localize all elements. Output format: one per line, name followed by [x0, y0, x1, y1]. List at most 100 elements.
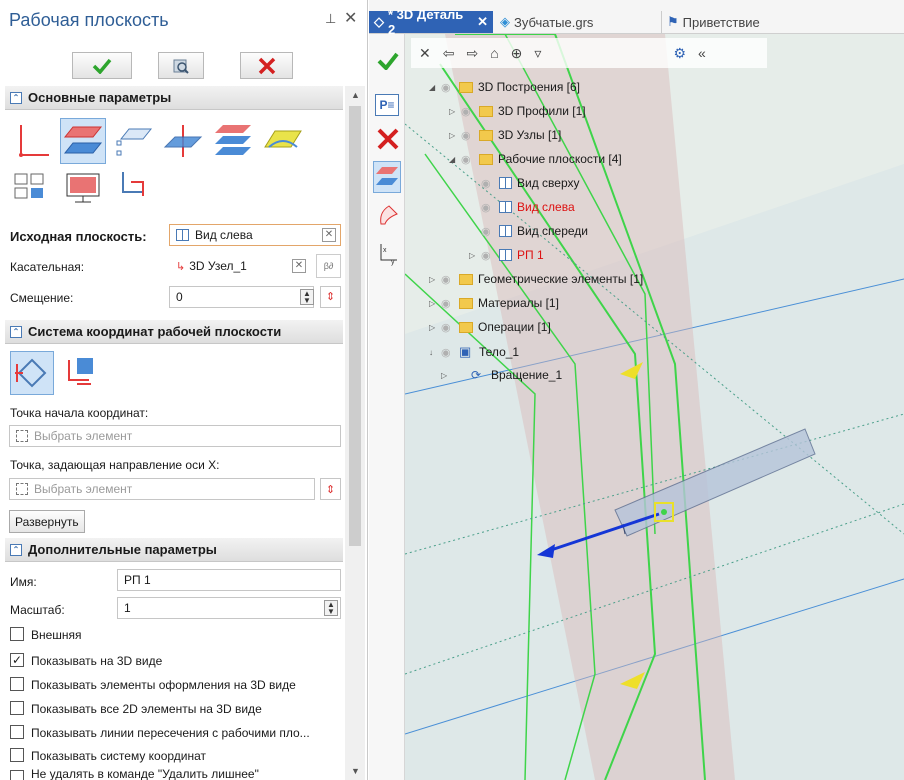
collapse-icon: ⌃	[10, 91, 22, 104]
back-icon[interactable]: ⇦	[443, 45, 455, 62]
plane-icon	[499, 177, 512, 189]
tree-node[interactable]: ▷ ◉ Геометрические элементы [1]	[429, 272, 643, 286]
tree-node[interactable]: ▷ ◉ 3D Профили [1]	[449, 104, 586, 118]
preview-button[interactable]	[158, 52, 204, 79]
section-extra-params[interactable]: ⌃ Дополнительные параметры	[5, 538, 343, 562]
visibility-icon[interactable]: ◉	[481, 225, 499, 238]
visibility-icon[interactable]: ◉	[441, 81, 459, 94]
visibility-icon[interactable]: ◉	[481, 201, 499, 214]
ok-icon[interactable]	[377, 52, 399, 73]
parameters-icon[interactable]: P≡	[375, 94, 399, 116]
expand-icon: ▷	[449, 106, 456, 116]
tree-node[interactable]: ▷ ◉ Операции [1]	[429, 320, 551, 334]
visibility-icon[interactable]: ◉	[441, 297, 459, 310]
close-icon[interactable]: ✕	[344, 8, 357, 28]
three-planes-icon[interactable]	[210, 118, 256, 164]
origin-label: Точка начала координат:	[10, 406, 149, 420]
viewport-3d[interactable]: ✕ ⇦ ⇨ ⌂ ⊕ ▿ ⚙ « ◢ ◉ 3D Построения [6] ▷ ◉ 3D…	[405, 34, 904, 780]
close-icon[interactable]: ✕	[419, 45, 431, 62]
visibility-icon[interactable]: ◉	[461, 129, 479, 142]
checkbox-no-delete[interactable]	[10, 770, 24, 780]
offset-field[interactable]: 0	[169, 286, 314, 308]
tree-label: Тело_1	[479, 345, 520, 359]
scroll-down-icon[interactable]: ▼	[351, 766, 360, 776]
cancel-button[interactable]	[240, 52, 293, 79]
screen-plane-icon[interactable]	[60, 165, 106, 211]
tree-node[interactable]: ◢ ◉ 3D Построения [6]	[429, 80, 580, 94]
folder-icon	[479, 129, 493, 141]
scene-3d[interactable]	[405, 34, 904, 780]
cancel-icon[interactable]	[377, 128, 399, 153]
section-coord-system[interactable]: ⌃ Система координат рабочей плоскости	[5, 320, 343, 344]
forward-icon[interactable]: ⇨	[466, 45, 478, 62]
visibility-icon[interactable]: ◉	[441, 346, 459, 359]
source-plane-field[interactable]: Вид слева ✕	[169, 224, 341, 246]
plane-by-coordinate-icon[interactable]	[10, 118, 56, 164]
coord-custom-icon[interactable]	[58, 351, 102, 395]
offset-spinner[interactable]: ▲ ▼	[300, 289, 314, 305]
workplane-icon[interactable]	[373, 161, 401, 193]
scroll-up-icon[interactable]: ▲	[351, 90, 360, 100]
checkbox-show-3d[interactable]: ✓	[10, 653, 24, 667]
perpendicular-plane-icon[interactable]	[160, 118, 206, 164]
pin-icon[interactable]: ⊥	[325, 11, 336, 27]
home-icon[interactable]: ⌂	[490, 45, 498, 61]
surface-icon[interactable]	[377, 204, 399, 229]
view-plane-icon[interactable]	[10, 165, 56, 211]
collapse-icon[interactable]: «	[698, 45, 706, 61]
coordsys-icon[interactable]: xy	[377, 242, 399, 269]
coord-default-icon[interactable]	[10, 351, 54, 395]
scale-spinner[interactable]: ▲ ▼	[324, 600, 338, 616]
tree-node[interactable]: ◢ ◉ Рабочие плоскости [4]	[449, 152, 622, 166]
visibility-icon[interactable]: ◉	[481, 177, 499, 190]
cancel-icon	[258, 57, 275, 74]
parallel-plane-icon[interactable]	[60, 118, 106, 164]
tab-welcome[interactable]: ⚑ Приветствие	[661, 11, 801, 33]
tab-3d-detail[interactable]: ◇ * 3D Деталь 2 ✕	[369, 7, 493, 37]
move-icon[interactable]: ⊕	[511, 45, 523, 62]
settings-icon[interactable]: ⚙	[673, 45, 686, 62]
tree-node[interactable]: ◉ Вид спереди	[481, 224, 588, 238]
close-icon[interactable]: ✕	[477, 14, 488, 30]
tree-node[interactable]: ↓ ◉ ▣ Тело_1	[429, 344, 519, 360]
clear-icon[interactable]: ✕	[292, 259, 306, 273]
tree-node-selected[interactable]: ◉ Вид слева	[481, 200, 575, 214]
checkbox-show-intersection-lines[interactable]	[10, 725, 24, 739]
tangent-plane-icon[interactable]	[260, 118, 306, 164]
scale-field[interactable]: 1	[117, 597, 341, 619]
plane-from-coordsys-icon[interactable]	[110, 165, 156, 211]
checkbox-show-coordsys[interactable]	[10, 748, 24, 762]
folder-icon	[459, 273, 473, 285]
scrollbar-thumb[interactable]	[349, 106, 361, 546]
origin-field[interactable]: Выбрать элемент	[9, 425, 341, 447]
clear-icon[interactable]: ✕	[322, 228, 336, 242]
checkbox-external[interactable]	[10, 627, 24, 641]
visibility-icon[interactable]: ◉	[441, 321, 459, 334]
tab-gears[interactable]: ◈ Зубчатые.grs	[495, 11, 635, 33]
ok-button[interactable]	[72, 52, 132, 79]
tree-node-new[interactable]: ▷ ◉ РП 1	[469, 248, 544, 262]
tangent-field[interactable]: ↳ 3D Узел_1 ✕	[169, 255, 311, 277]
checkbox-show-design-elements[interactable]	[10, 677, 24, 691]
visibility-icon[interactable]: ◉	[461, 105, 479, 118]
section-main-params[interactable]: ⌃ Основные параметры	[5, 86, 343, 110]
visibility-icon[interactable]: ◉	[461, 153, 479, 166]
expand-button[interactable]: Развернуть	[9, 510, 85, 533]
name-field[interactable]: РП 1	[117, 569, 341, 591]
tree-node[interactable]: ▷ ◉ 3D Узлы [1]	[449, 128, 561, 142]
parameter-icon[interactable]: β∂	[316, 254, 341, 278]
filter-icon[interactable]: ▿	[534, 45, 541, 62]
checkbox-label: Внешняя	[31, 628, 82, 642]
tree-node[interactable]: ▷ ⟳ Вращение_1	[441, 368, 562, 382]
direction-flip-icon[interactable]: ⇕	[320, 478, 341, 500]
checkbox-show-2d-elements[interactable]	[10, 701, 24, 715]
tree-label: Рабочие плоскости [4]	[498, 152, 622, 166]
visibility-icon[interactable]: ◉	[481, 249, 499, 262]
xdir-field[interactable]: Выбрать элемент	[9, 478, 315, 500]
direction-flip-icon[interactable]: ⇕	[320, 286, 341, 308]
plane-by-point-icon[interactable]	[110, 118, 156, 164]
tree-node[interactable]: ▷ ◉ Материалы [1]	[429, 296, 559, 310]
visibility-icon[interactable]: ◉	[441, 273, 459, 286]
tree-node[interactable]: ◉ Вид сверху	[481, 176, 580, 190]
collapse-icon: ⌃	[10, 543, 22, 556]
